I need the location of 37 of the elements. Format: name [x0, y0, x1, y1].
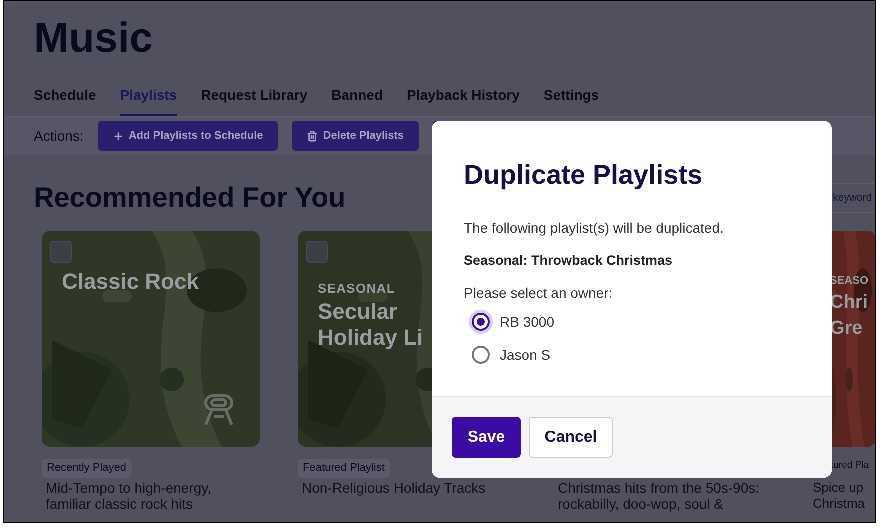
- cancel-button[interactable]: Cancel: [529, 417, 613, 458]
- dialog-message: The following playlist(s) will be duplicated.: [464, 218, 724, 238]
- actions-label: Actions:: [34, 126, 84, 146]
- action-button[interactable]: Delete Playlists: [292, 121, 420, 151]
- nav-tab[interactable]: Playback History: [407, 85, 520, 116]
- nav-tab[interactable]: Request Library: [201, 85, 308, 116]
- owner-label: Jason S: [500, 346, 551, 365]
- card-eyebrow: SEASONAL: [318, 280, 396, 298]
- card-description: Non-Religious Holiday Tracks: [301, 480, 487, 496]
- search-field[interactable]: keyword: [832, 183, 875, 213]
- section-title: Recommended For You: [34, 181, 346, 215]
- nav-tab[interactable]: Settings: [544, 85, 600, 116]
- radio-button[interactable]: [472, 313, 490, 332]
- nav-tab[interactable]: Banned: [332, 85, 384, 116]
- action-button[interactable]: Add Playlists to Schedule: [98, 121, 278, 151]
- select-checkbox[interactable]: [50, 241, 72, 263]
- plus-icon: [112, 130, 124, 142]
- dialog-title: Duplicate Playlists: [464, 159, 703, 192]
- logo-icon: [202, 393, 236, 427]
- card-description: Christmas hits from the 50s-90s: rockabilly, doo-wop, soul &: [557, 480, 761, 512]
- radio-button[interactable]: [472, 346, 490, 364]
- select-checkbox[interactable]: [306, 241, 328, 263]
- card-title: Secular Holiday Li: [318, 298, 424, 350]
- card-tag: Recently Played: [42, 459, 132, 478]
- nav-tab[interactable]: Schedule: [34, 85, 96, 116]
- playlist-name: Seasonal: Throwback Christmas: [464, 252, 673, 270]
- card-title: Classic Rock: [62, 269, 199, 295]
- trash-icon: [307, 130, 318, 142]
- owner-prompt: Please select an owner:: [464, 284, 613, 303]
- owner-label: RB 3000: [500, 312, 554, 332]
- card-eyebrow: SEASO: [830, 274, 869, 289]
- save-button[interactable]: Save: [452, 417, 521, 458]
- card-title: Chri Gre: [830, 290, 869, 340]
- card-tag: Featured Playlist: [298, 459, 390, 478]
- page-title: Music: [33, 13, 154, 63]
- card-description: Mid-Tempo to high-energy, familiar classic rock hits: [45, 480, 212, 512]
- card-description: Spice up Christma: [812, 480, 866, 512]
